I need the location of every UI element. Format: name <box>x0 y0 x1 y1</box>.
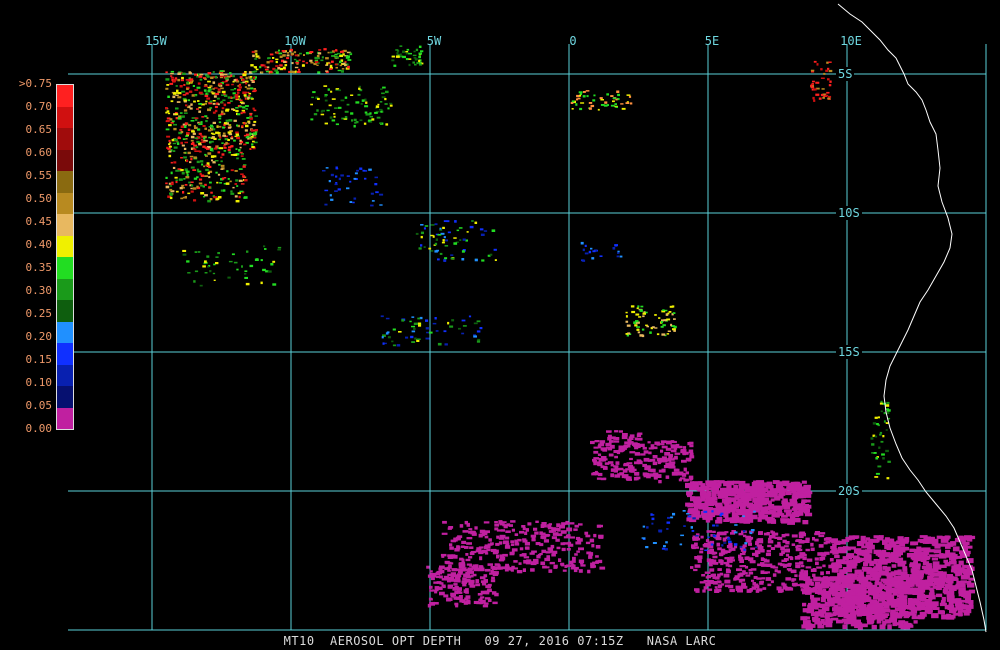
legend-value-label: 0.45 <box>25 215 53 228</box>
legend-swatch <box>57 171 73 193</box>
latitude-label: 10S <box>836 206 862 220</box>
legend-swatch <box>57 214 73 236</box>
color-legend-bar <box>56 84 74 430</box>
legend-value-label: 0.35 <box>25 261 53 274</box>
legend-value-label: 0.10 <box>25 376 53 389</box>
legend-swatch <box>57 364 73 386</box>
legend-value-label: >0.75 <box>18 77 52 90</box>
legend-swatch <box>57 106 73 128</box>
longitude-label: 5W <box>426 34 442 48</box>
legend-value-label: 0.25 <box>25 307 53 320</box>
legend-value-label: 0.15 <box>25 353 53 366</box>
observation-date: 09 27, 2016 <box>484 634 570 648</box>
legend-swatch <box>57 343 73 365</box>
legend-swatch <box>57 278 73 300</box>
latitude-label: 15S <box>836 345 862 359</box>
legend-value-label: 0.05 <box>25 399 53 412</box>
latitude-label: 5S <box>836 67 855 81</box>
data-source: NASA LARC <box>646 634 717 648</box>
observation-time: 07:15Z <box>577 634 624 648</box>
legend-swatch <box>57 128 73 150</box>
legend-swatch <box>57 149 73 171</box>
legend-value-label: 0.65 <box>25 123 53 136</box>
latitude-label: 20S <box>836 484 862 498</box>
legend-swatch <box>57 235 73 257</box>
legend-value-label: 0.40 <box>25 238 53 251</box>
legend-swatch <box>57 300 73 322</box>
legend-value-label: 0.50 <box>25 192 53 205</box>
legend-swatch <box>57 257 73 279</box>
legend-swatch <box>57 192 73 214</box>
longitude-label: 5E <box>704 34 720 48</box>
longitude-label: 10E <box>840 34 862 48</box>
longitude-label: 15W <box>145 34 167 48</box>
legend-value-label: 0.60 <box>25 146 53 159</box>
aerosol-map <box>68 3 987 633</box>
legend-value-label: 0.00 <box>25 422 53 435</box>
legend-swatch <box>57 386 73 408</box>
footer-caption: MT10 AEROSOL OPT DEPTH 09 27, 2016 07:15… <box>0 634 1000 648</box>
legend-swatch <box>57 407 73 429</box>
longitude-label: 10W <box>284 34 306 48</box>
product-code: MT10 <box>283 634 315 648</box>
legend-value-label: 0.55 <box>25 169 53 182</box>
parameter-name: AEROSOL OPT DEPTH <box>330 634 462 648</box>
legend-value-label: 0.70 <box>25 100 53 113</box>
legend-swatch <box>57 321 73 343</box>
aerosol-retrievals <box>165 45 976 630</box>
legend-value-label: 0.30 <box>25 284 53 297</box>
legend-value-label: 0.20 <box>25 330 53 343</box>
legend-swatch <box>57 85 73 107</box>
longitude-label: 0 <box>569 34 577 48</box>
